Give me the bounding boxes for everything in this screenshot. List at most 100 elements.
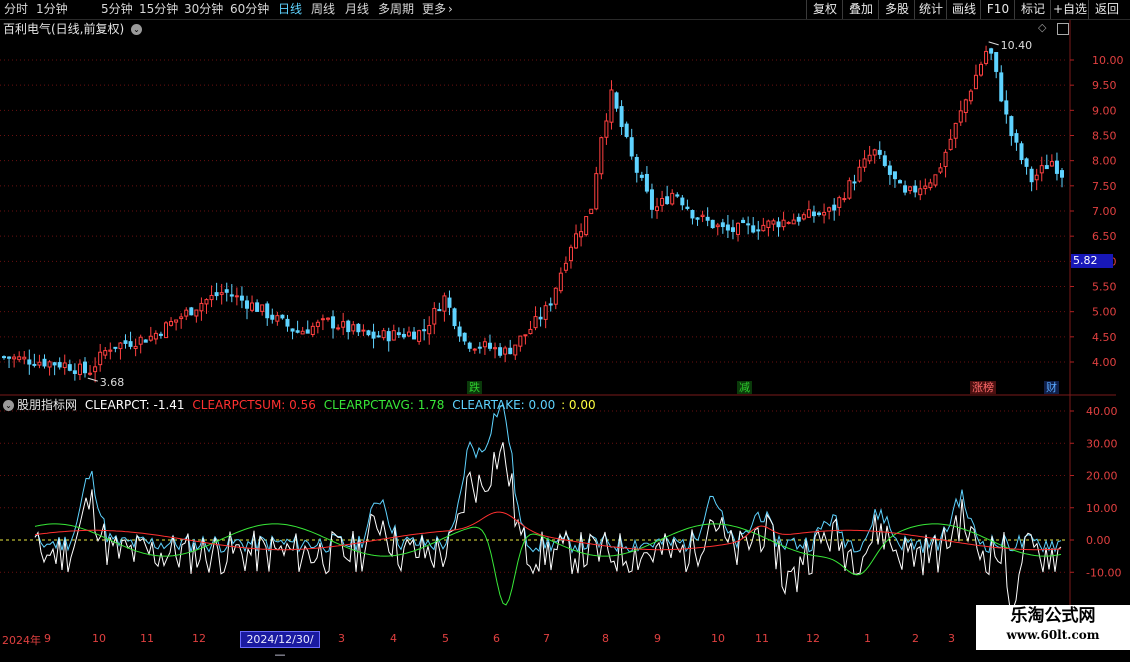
candle-body	[295, 330, 300, 333]
price-tick-label: 5.50	[1092, 281, 1117, 294]
candle-body	[761, 224, 766, 232]
candle-body	[199, 302, 204, 312]
candle-body	[52, 362, 57, 366]
indicator-tick-label: 30.00	[1086, 437, 1118, 450]
candle-body	[908, 186, 913, 192]
window-icon[interactable]	[1057, 23, 1069, 35]
candle-body	[163, 322, 168, 339]
candle-body	[128, 341, 133, 347]
candle-body	[300, 330, 305, 335]
candle-body	[675, 194, 680, 197]
event-marker-finance[interactable]: 财	[1044, 381, 1059, 394]
candle-body	[153, 332, 158, 340]
candle-body	[103, 350, 108, 356]
candle-body	[396, 332, 401, 336]
candle-body	[999, 72, 1004, 102]
candlestick-series	[2, 45, 1064, 383]
candle-body	[822, 211, 827, 216]
candle-body	[138, 336, 143, 345]
candle-body	[477, 346, 482, 349]
kline-chart[interactable]: 10.009.509.008.508.007.507.006.506.005.5…	[0, 0, 1130, 650]
indicator-name[interactable]: 股朋指标网	[17, 398, 77, 412]
candle-body	[2, 356, 6, 359]
candle-body	[660, 197, 665, 206]
candle-body	[548, 303, 553, 306]
candle-body	[817, 212, 822, 215]
candle-body	[872, 149, 877, 156]
candle-body	[17, 356, 22, 361]
candle-body	[1039, 165, 1044, 174]
candle-body	[801, 214, 806, 220]
candle-body	[472, 348, 477, 351]
time-axis-tick: 11	[140, 632, 154, 645]
candle-body	[391, 330, 396, 341]
candle-body	[700, 214, 705, 217]
candle-body	[584, 216, 589, 236]
axis-labels: 10.009.509.008.508.007.507.006.506.005.5…	[87, 39, 1124, 579]
candle-body	[174, 319, 179, 323]
candle-body	[695, 217, 700, 220]
candle-body	[766, 220, 771, 228]
candle-body	[37, 361, 42, 366]
time-axis-tick: 12	[806, 632, 820, 645]
candle-body	[928, 182, 933, 189]
candle-body	[994, 52, 999, 72]
candle-body	[442, 295, 447, 312]
time-axis-tick: 9	[654, 632, 661, 645]
chevron-down-icon[interactable]: ⌄	[3, 400, 14, 411]
indicator-tick-label: 10.00	[1086, 502, 1118, 515]
candle-body	[634, 156, 639, 173]
time-axis-tick: 4	[390, 632, 397, 645]
candle-body	[938, 167, 943, 173]
side-panel-edge[interactable]	[1116, 20, 1130, 630]
candle-body	[244, 300, 249, 309]
candle-body	[963, 99, 968, 113]
time-axis-tick: 9	[44, 632, 51, 645]
candle-body	[948, 138, 953, 150]
low-pointer	[87, 377, 98, 382]
event-marker-limit-up-list[interactable]: 涨榜	[970, 381, 996, 394]
indicator-header: ⌄ 股朋指标网 CLEARPCT: -1.41 CLEARPCTSUM: 0.56…	[3, 398, 596, 412]
candle-body	[614, 92, 619, 109]
candle-body	[250, 302, 255, 311]
candle-body	[751, 225, 756, 233]
indicator-tick-label: 20.00	[1086, 470, 1118, 483]
time-axis-tick: 2	[912, 632, 919, 645]
candle-body	[862, 158, 867, 168]
indicator-value-clearpctsum: CLEARPCTSUM: 0.56	[192, 398, 316, 412]
candle-body	[882, 155, 887, 166]
candle-body	[842, 198, 847, 201]
time-axis-tick: 8	[602, 632, 609, 645]
candle-body	[665, 196, 670, 205]
candle-body	[275, 315, 280, 322]
candle-body	[877, 149, 882, 155]
candle-body	[670, 192, 675, 205]
candle-body	[1054, 160, 1059, 174]
candle-body	[649, 189, 654, 210]
candle-body	[589, 208, 594, 215]
candle-body	[867, 154, 872, 162]
candle-body	[1029, 168, 1034, 183]
candle-body	[93, 366, 98, 373]
event-marker-reduce[interactable]: 减	[737, 381, 752, 394]
candle-body	[361, 329, 366, 332]
indicator-value-clearpctavg: CLEARPCTAVG: 1.78	[323, 398, 445, 412]
candle-body	[214, 292, 219, 297]
candle-body	[371, 331, 376, 339]
candle-body	[827, 207, 832, 212]
candle-body	[406, 331, 411, 337]
event-marker-fall[interactable]: 跌	[467, 381, 482, 394]
candle-body	[857, 166, 862, 182]
candle-body	[462, 332, 467, 342]
candle-body	[77, 363, 82, 376]
candle-body	[574, 233, 579, 249]
time-axis-tick: 10	[92, 632, 106, 645]
chevron-down-icon[interactable]: ⌄	[131, 24, 143, 35]
candle-body	[973, 74, 978, 90]
candle-body	[42, 358, 47, 367]
candle-body	[715, 224, 720, 228]
candle-body	[639, 174, 644, 178]
time-axis-tick: 5	[442, 632, 449, 645]
diamond-icon[interactable]: ◇	[1038, 21, 1046, 34]
candle-body	[194, 309, 199, 317]
